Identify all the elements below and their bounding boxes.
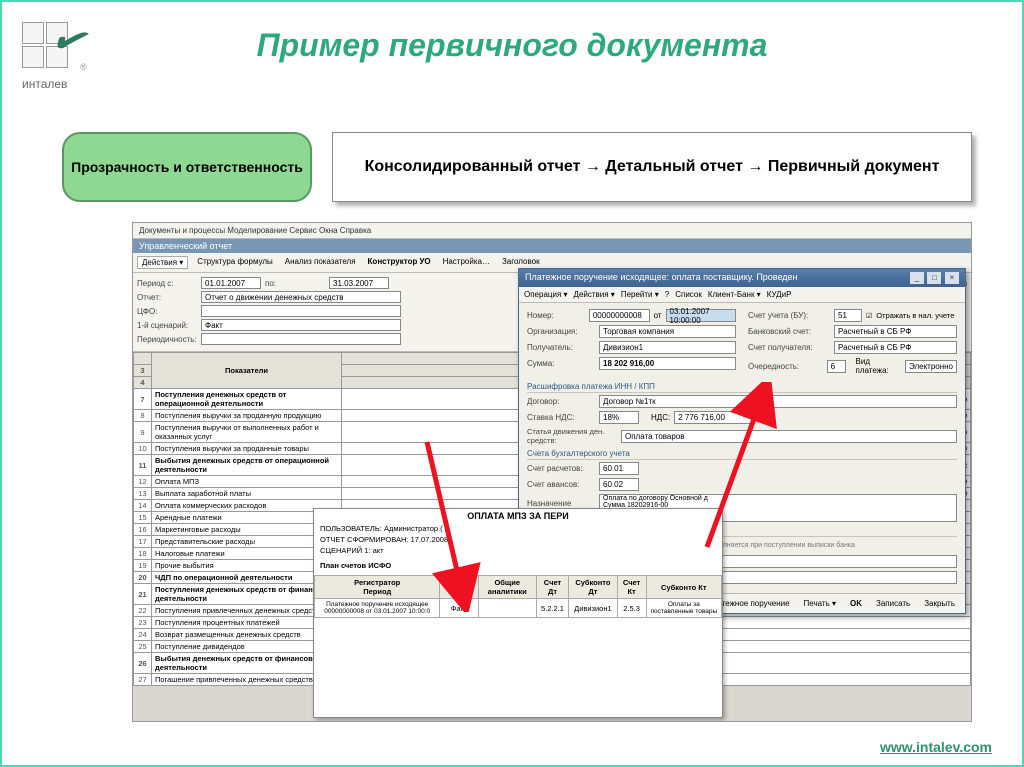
subreport-table[interactable]: Регистратор Периодценарий ЦФООбщие анали… — [314, 575, 722, 618]
table-cell: Оплаты за поставленные товары — [646, 599, 721, 618]
footer-link[interactable]: www.intalev.com — [880, 739, 992, 755]
paytype-input[interactable]: Электронно — [905, 360, 957, 373]
periodicity-input[interactable] — [201, 333, 401, 345]
period-from-input[interactable]: 01.01.2007 — [201, 277, 261, 289]
table-header: Регистратор Период — [315, 576, 440, 599]
scenario-label: 1-й сценарий: — [137, 321, 197, 330]
analysis-button[interactable]: Анализ показателя — [282, 256, 359, 269]
vat-rate-input[interactable]: 18% — [599, 411, 639, 424]
kudip-button[interactable]: КУДиР — [767, 290, 792, 299]
period-to-input[interactable]: 31.03.2007 — [329, 277, 389, 289]
dialog-actions-button[interactable]: Действия ▾ — [574, 290, 615, 299]
scenario-input[interactable]: Факт — [201, 319, 401, 331]
close-button[interactable]: Закрыть — [920, 598, 959, 609]
vat-input[interactable]: 2 776 716,00 — [674, 411, 754, 424]
recipient-input[interactable]: Дивизион1 — [599, 341, 736, 354]
logo-text: инталев — [22, 77, 102, 91]
cfo-input[interactable] — [201, 305, 401, 317]
table-header: Счет Кт — [617, 576, 646, 599]
subreport-title: ОПЛАТА МПЗ ЗА ПЕРИ — [314, 509, 722, 523]
number-input[interactable]: 00000000008 — [589, 309, 650, 322]
table-cell: 5.2.2.1 — [536, 599, 568, 618]
table-header: Счет Дт — [536, 576, 568, 599]
dialog-toolbar[interactable]: Операция ▾ Действия ▾ Перейти ▾ ? Список… — [519, 287, 965, 303]
section-accounts: Счета бухгалтерского учета — [527, 449, 957, 460]
cfo-label: ЦФО: — [137, 307, 197, 316]
minimize-icon[interactable]: _ — [910, 272, 924, 284]
table-cell: Платежное поручение исходящее 0000000000… — [315, 599, 440, 618]
date-input[interactable]: 03.01.2007 10:00:00 — [666, 309, 736, 322]
col-indicators: Показатели — [152, 353, 342, 389]
acct-bu-input[interactable]: 51 — [834, 309, 862, 322]
sum-input[interactable]: 18 202 916,00 — [599, 357, 736, 370]
period-to-label: по: — [265, 279, 325, 288]
table-cell: Дивизион1 — [569, 599, 617, 618]
periodicity-label: Периодичность: — [137, 335, 197, 344]
priority-input[interactable]: 6 — [827, 360, 846, 373]
app-screenshot: Документы и процессы Моделирование Серви… — [132, 222, 972, 722]
advance-acct-input[interactable]: 60.02 — [599, 478, 639, 491]
bank-acct-input[interactable]: Расчетный в СБ РФ — [834, 325, 957, 338]
subreport-window: ОПЛАТА МПЗ ЗА ПЕРИ ПОЛЬЗОВАТЕЛЬ: Админис… — [313, 508, 723, 718]
table-header: ценарий ЦФО — [440, 576, 478, 599]
table-cell — [478, 599, 536, 618]
section-decode: Расшифровка платежа ИНН / КПП — [527, 382, 957, 393]
contract-input[interactable]: Договор №1тк — [599, 395, 957, 408]
maximize-icon[interactable]: □ — [927, 272, 941, 284]
slide-title: Пример первичного документа — [2, 2, 1022, 64]
report-label: Отчет: — [137, 293, 197, 302]
operation-button[interactable]: Операция ▾ — [524, 290, 568, 299]
logo: ✔ ® инталев — [22, 22, 102, 91]
transparency-pill: Прозрачность и ответственность — [62, 132, 312, 202]
report-select[interactable]: Отчет о движении денежных средств — [201, 291, 401, 303]
constructor-button[interactable]: Конструктор УО — [365, 256, 434, 269]
recv-acct-input[interactable]: Расчетный в СБ РФ — [834, 341, 957, 354]
period-from-label: Период с: — [137, 279, 197, 288]
menubar[interactable]: Документы и процессы Моделирование Серви… — [133, 223, 971, 239]
flow-description: Консолидированный отчет → Детальный отче… — [332, 132, 972, 202]
article-input[interactable]: Оплата товаров — [621, 430, 957, 443]
table-header: Субконто Кт — [646, 576, 721, 599]
print-button[interactable]: Печать ▾ — [800, 598, 840, 609]
table-cell: 2.5.3 — [617, 599, 646, 618]
close-icon[interactable]: × — [945, 272, 959, 284]
list-button[interactable]: Список — [675, 290, 702, 299]
table-cell: Факт — [440, 599, 478, 618]
dialog-title-text: Платежное поручение исходящее: оплата по… — [525, 272, 798, 284]
actions-button[interactable]: Действия ▾ — [137, 256, 188, 269]
structure-button[interactable]: Структура формулы — [194, 256, 276, 269]
table-header: Общие аналитики — [478, 576, 536, 599]
save-button[interactable]: Записать — [872, 598, 914, 609]
goto-button[interactable]: Перейти ▾ — [621, 290, 659, 299]
ok-button[interactable]: OK — [846, 598, 866, 609]
report-window-title: Управленческий отчет — [133, 239, 971, 253]
settlement-acct-input[interactable]: 60.01 — [599, 462, 639, 475]
col-num — [134, 353, 152, 365]
window-controls: _ □ × — [909, 272, 959, 284]
org-input[interactable]: Торговая компания — [599, 325, 736, 338]
client-bank-button[interactable]: Клиент-Банк ▾ — [708, 290, 761, 299]
table-header: Субконто Дт — [569, 576, 617, 599]
settings-button[interactable]: Настройка… — [440, 256, 493, 269]
